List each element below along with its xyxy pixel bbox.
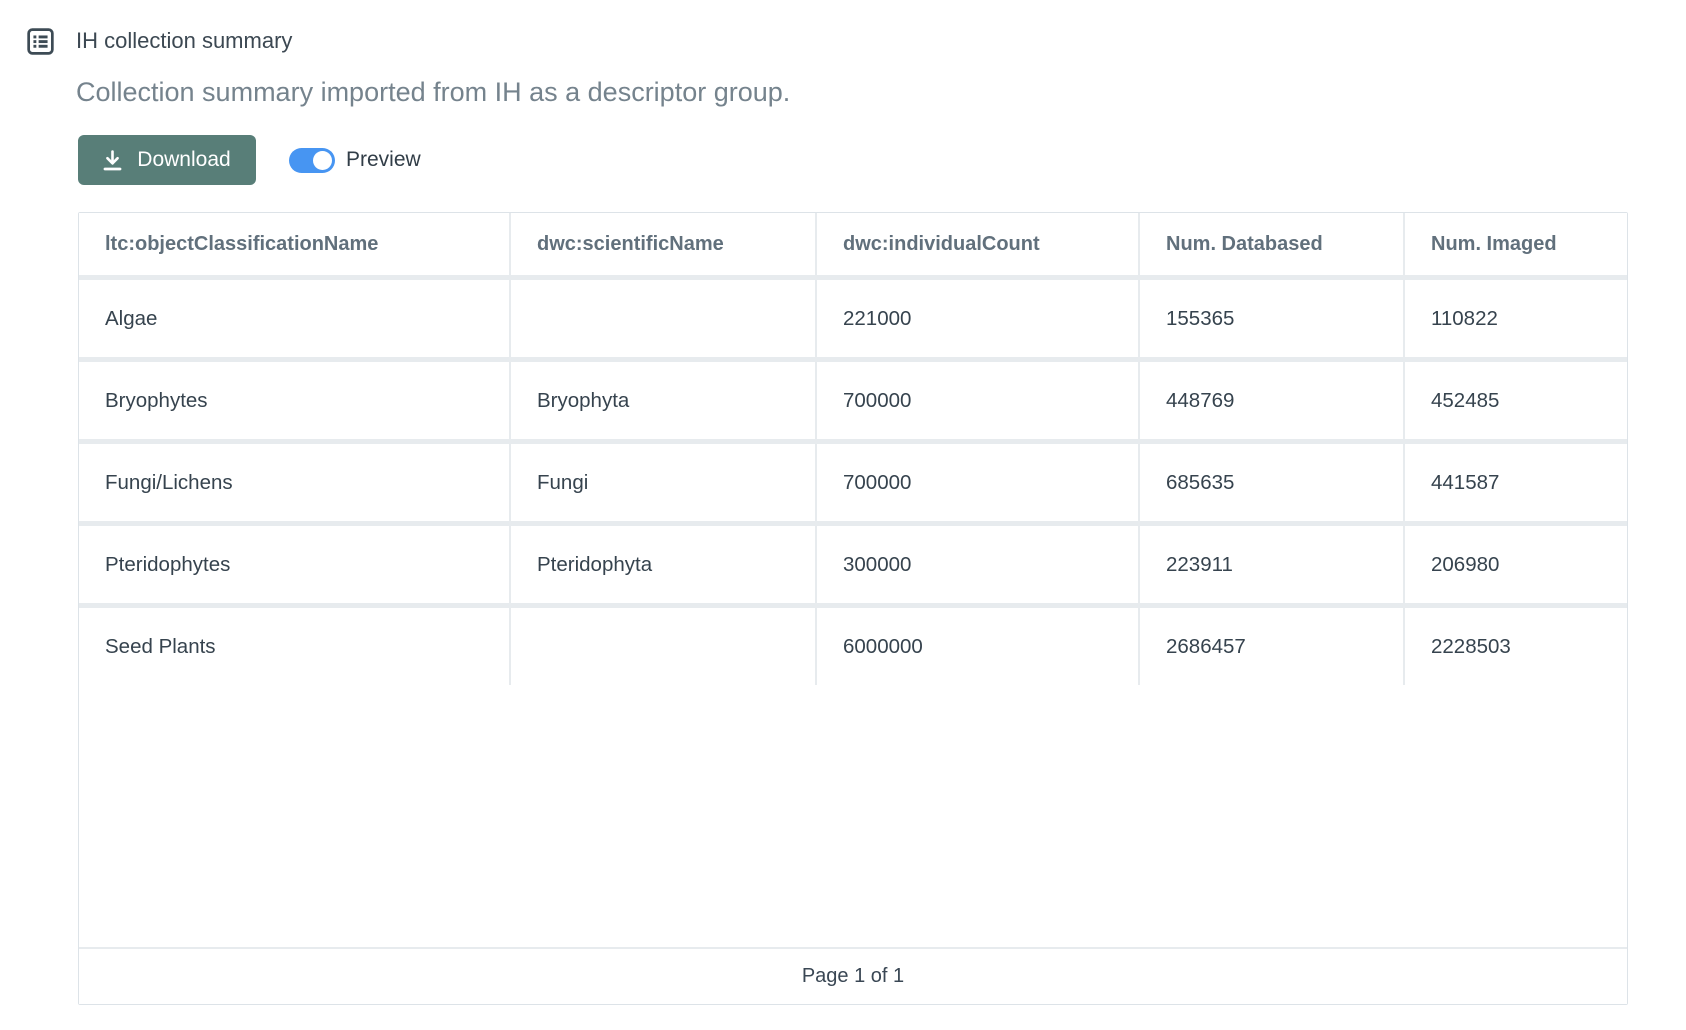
- table-cell: Fungi/Lichens: [79, 444, 509, 521]
- preview-label: Preview: [346, 148, 421, 172]
- table-cell: Algae: [79, 280, 509, 357]
- column-header-individual-count: dwc:individualCount: [817, 213, 1138, 275]
- download-button[interactable]: Download: [78, 135, 256, 185]
- preview-toggle-group[interactable]: Preview: [289, 148, 421, 173]
- table-cell: Bryophytes: [79, 362, 509, 439]
- descriptor-table: ltc:objectClassificationName dwc:scienti…: [79, 213, 1627, 685]
- table-cell: Fungi: [511, 444, 815, 521]
- table-cell: 155365: [1140, 280, 1403, 357]
- column-header-scientific-name: dwc:scientificName: [511, 213, 815, 275]
- table-cell: 700000: [817, 362, 1138, 439]
- table-cell: [511, 280, 815, 357]
- column-header-object-classification-name: ltc:objectClassificationName: [79, 213, 509, 275]
- table-cell: 221000: [817, 280, 1138, 357]
- table-cell: Bryophyta: [511, 362, 815, 439]
- page: IH collection summary Collection summary…: [0, 0, 1686, 1030]
- descriptor-table-card: ltc:objectClassificationName dwc:scienti…: [78, 212, 1628, 1005]
- table-cell: Pteridophytes: [79, 526, 509, 603]
- table-cell: 441587: [1405, 444, 1627, 521]
- table-cell: 6000000: [817, 608, 1138, 685]
- table-cell: 452485: [1405, 362, 1627, 439]
- table-cell: 700000: [817, 444, 1138, 521]
- table-cell: 448769: [1140, 362, 1403, 439]
- preview-toggle[interactable]: [289, 148, 335, 173]
- download-button-label: Download: [137, 148, 230, 172]
- page-header: IH collection summary: [27, 26, 1686, 56]
- toggle-knob: [313, 151, 332, 170]
- table-cell: 2228503: [1405, 608, 1627, 685]
- table-cell: 300000: [817, 526, 1138, 603]
- toolbar: Download Preview: [78, 135, 1686, 185]
- page-title: IH collection summary: [76, 28, 292, 54]
- table-cell: Seed Plants: [79, 608, 509, 685]
- list-alt-icon: [27, 28, 54, 55]
- table-empty-space: [79, 685, 1627, 947]
- download-icon: [103, 150, 122, 171]
- table-cell: 206980: [1405, 526, 1627, 603]
- column-header-num-databased: Num. Databased: [1140, 213, 1403, 275]
- column-header-num-imaged: Num. Imaged: [1405, 213, 1627, 275]
- pagination-status: Page 1 of 1: [79, 947, 1627, 1004]
- table-cell: 223911: [1140, 526, 1403, 603]
- page-subtitle: Collection summary imported from IH as a…: [76, 76, 1686, 108]
- table-cell: 685635: [1140, 444, 1403, 521]
- table-cell: 2686457: [1140, 608, 1403, 685]
- table-cell: Pteridophyta: [511, 526, 815, 603]
- table-cell: 110822: [1405, 280, 1627, 357]
- table-cell: [511, 608, 815, 685]
